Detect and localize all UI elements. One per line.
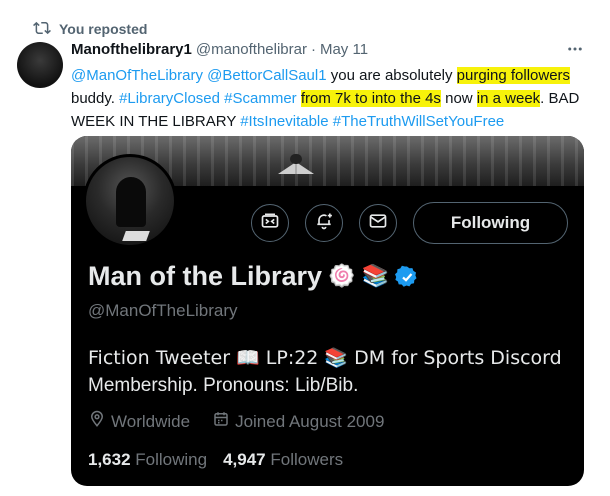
tweet-date[interactable]: May 11 — [320, 41, 368, 58]
notify-icon — [314, 211, 334, 236]
books-emoji-icon: 📚 — [361, 264, 389, 289]
tweet-header: Manofthelibrary1 @manofthelibrar · May 1… — [71, 41, 368, 58]
following-count: 1,632 — [88, 450, 131, 469]
bio-line: Membership. Pronouns: Lib/Bib. — [88, 375, 359, 396]
following-label: Following — [135, 450, 208, 469]
profile-name-text: Man of the Library — [88, 261, 323, 291]
banner-book-icon — [278, 154, 314, 174]
highlighted-text: from 7k to into the 4s — [300, 90, 441, 107]
tweet-text-segment: you are absolutely — [326, 67, 457, 84]
author-handle[interactable]: @manofthelibrar — [196, 41, 307, 58]
hashtag-link[interactable]: #Scammer — [224, 90, 297, 107]
avatar-book — [122, 231, 150, 241]
message-button[interactable] — [359, 204, 397, 242]
followers-label: Followers — [270, 450, 344, 469]
repost-icon — [33, 19, 51, 40]
separator-dot: · — [310, 41, 316, 58]
fishcake-emoji-icon: 🍥 — [328, 264, 356, 289]
message-icon — [368, 211, 388, 236]
media-icon — [260, 211, 280, 236]
joined-item: Joined August 2009 — [212, 410, 384, 433]
location-pin-icon — [88, 410, 106, 433]
following-button[interactable]: Following — [413, 202, 568, 244]
avatar-figure — [116, 177, 146, 227]
more-icon — [566, 40, 584, 63]
mention-link[interactable]: @ManOfTheLibrary — [71, 67, 203, 84]
mention-link[interactable]: @BettorCallSaul1 — [207, 67, 326, 84]
location-item: Worldwide — [88, 410, 190, 433]
joined-text: Joined August 2009 — [235, 411, 385, 431]
hashtag-link[interactable]: #TheTruthWillSetYouFree — [333, 113, 504, 130]
following-stat: 1,632 Following — [88, 450, 207, 470]
highlighted-text: in a week — [476, 90, 541, 107]
profile-meta: Worldwide Joined August 2009 — [88, 410, 384, 433]
calendar-icon — [212, 410, 230, 433]
profile-handle: @ManOfTheLibrary — [88, 301, 238, 320]
author-avatar[interactable] — [17, 42, 63, 88]
more-options-button[interactable] — [564, 42, 586, 60]
followers-count: 4,947 — [223, 450, 266, 469]
profile-stats: 1,632 Following 4,947 Followers — [88, 450, 343, 470]
profile-card-image[interactable]: Following Man of the Library 🍥 📚 @ManOfT… — [71, 136, 584, 486]
repost-label: You reposted — [59, 21, 148, 37]
location-text: Worldwide — [111, 411, 191, 431]
tweet-text: @ManOfTheLibrary @BettorCallSaul1 you ar… — [71, 64, 586, 133]
highlighted-text: purging followers — [456, 67, 571, 84]
hashtag-link[interactable]: #LibraryClosed — [119, 90, 220, 107]
followers-stat: 4,947 Followers — [223, 450, 343, 470]
repost-context: You reposted — [33, 18, 147, 40]
author-display-name[interactable]: Manofthelibrary1 — [71, 41, 192, 58]
tweet-text-segment: now — [440, 90, 477, 107]
hashtag-link[interactable]: #ItsInevitable — [240, 113, 328, 130]
media-button[interactable] — [251, 204, 289, 242]
notify-button[interactable] — [305, 204, 343, 242]
verified-badge-icon — [394, 265, 417, 287]
bio-line: Fiction Tweeter 📖 LP:22 📚 DM for Sports … — [88, 347, 562, 369]
tweet-text-segment: buddy. — [71, 90, 120, 107]
profile-avatar — [83, 154, 177, 248]
profile-display-name: Man of the Library 🍥 📚 — [88, 261, 419, 292]
profile-bio: Fiction Tweeter 📖 LP:22 📚 DM for Sports … — [88, 344, 568, 400]
